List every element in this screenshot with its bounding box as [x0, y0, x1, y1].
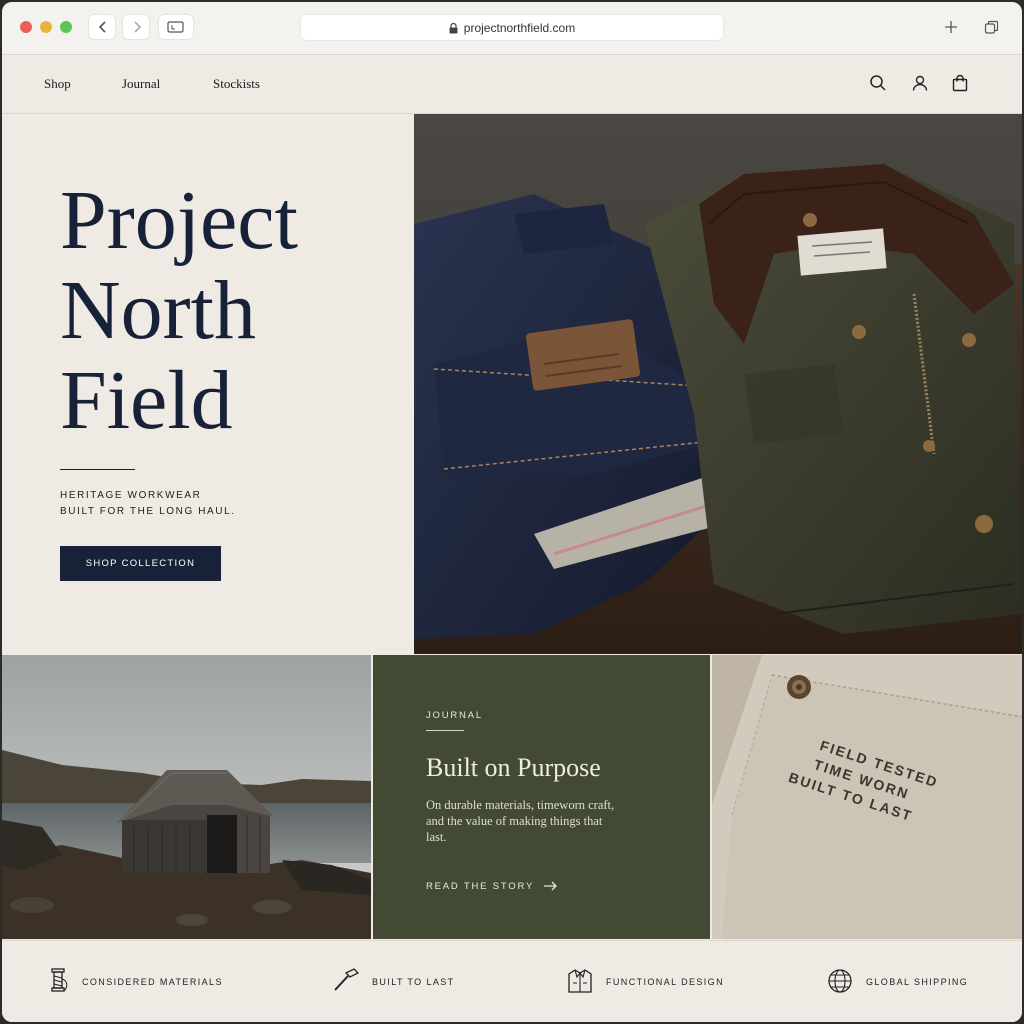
nav-link-stockists[interactable]: Stockists: [213, 76, 260, 92]
search-icon[interactable]: [869, 74, 887, 92]
hammer-icon: [334, 968, 360, 991]
feature-label: BUILT TO LAST: [372, 977, 455, 987]
journal-label: JOURNAL: [426, 710, 483, 721]
features-strip: CONSIDERED MATERIALS BUILT TO LAST FUNCT…: [2, 940, 1022, 1022]
browser-window: projectnorthfield.com Shop Journal Stock…: [2, 2, 1022, 1022]
site-header: Shop Journal Stockists: [2, 55, 1022, 114]
hero-title: Project North Field: [60, 176, 298, 446]
address-bar[interactable]: projectnorthfield.com: [300, 14, 724, 41]
lock-icon: [449, 23, 458, 34]
canvas-pocket-tile: FIELD TESTED TIME WORN BUILT TO LAST: [712, 655, 1022, 939]
browser-toolbar: projectnorthfield.com: [2, 2, 1022, 55]
bag-icon[interactable]: [951, 74, 969, 92]
jacket-icon: [568, 969, 592, 993]
read-the-story-link[interactable]: READ THE STORY: [426, 881, 558, 892]
account-icon[interactable]: [911, 74, 929, 92]
hero-title-line: Field: [60, 354, 233, 447]
url-text: projectnorthfield.com: [463, 21, 576, 35]
globe-icon: [828, 969, 852, 993]
sidebar-toggle-button[interactable]: [158, 14, 194, 40]
feature-label: FUNCTIONAL DESIGN: [606, 977, 724, 987]
journal-tile: JOURNAL Built on Purpose On durable mate…: [373, 655, 710, 939]
arrow-right-icon: [544, 882, 558, 891]
read-the-story-label: READ THE STORY: [426, 881, 535, 892]
hero-text-panel: Project North Field HERITAGE WORKWEAR BU…: [2, 114, 413, 654]
forward-button[interactable]: [122, 14, 150, 40]
nav-link-shop[interactable]: Shop: [44, 76, 71, 92]
feature-label: GLOBAL SHIPPING: [866, 977, 969, 987]
minimize-window-button[interactable]: [40, 21, 52, 33]
jeans-and-jacket-illustration: [414, 114, 1022, 654]
hero-product-image: [414, 114, 1022, 654]
new-tab-icon[interactable]: [944, 20, 958, 34]
landscape-photo-tile: [2, 655, 371, 939]
hero-divider: [60, 469, 135, 470]
nav-link-journal[interactable]: Journal: [122, 76, 160, 92]
close-window-button[interactable]: [20, 21, 32, 33]
hero-tagline-line: BUILT FOR THE LONG HAUL.: [60, 506, 236, 517]
hero-title-line: Project: [60, 174, 298, 267]
hero-title-line: North: [60, 264, 256, 357]
coastal-hut-illustration: [2, 655, 371, 939]
zoom-window-button[interactable]: [60, 21, 72, 33]
tabs-overview-icon[interactable]: [984, 20, 999, 35]
journal-body: On durable materials, timeworn craft, an…: [426, 798, 615, 844]
thread-spool-icon: [51, 968, 68, 992]
sidebar-icon: [167, 21, 184, 33]
hero-tagline: HERITAGE WORKWEAR BUILT FOR THE LONG HAU…: [60, 488, 236, 520]
chevron-right-icon: [134, 21, 142, 33]
chevron-left-icon: [98, 21, 106, 33]
shop-collection-button[interactable]: SHOP COLLECTION: [60, 546, 221, 581]
canvas-pocket-illustration: FIELD TESTED TIME WORN BUILT TO LAST: [712, 655, 1022, 939]
journal-title: Built on Purpose: [426, 753, 601, 782]
feature-label: CONSIDERED MATERIALS: [82, 977, 223, 987]
hero-tagline-line: HERITAGE WORKWEAR: [60, 490, 202, 501]
journal-divider: [426, 730, 464, 731]
back-button[interactable]: [88, 14, 116, 40]
